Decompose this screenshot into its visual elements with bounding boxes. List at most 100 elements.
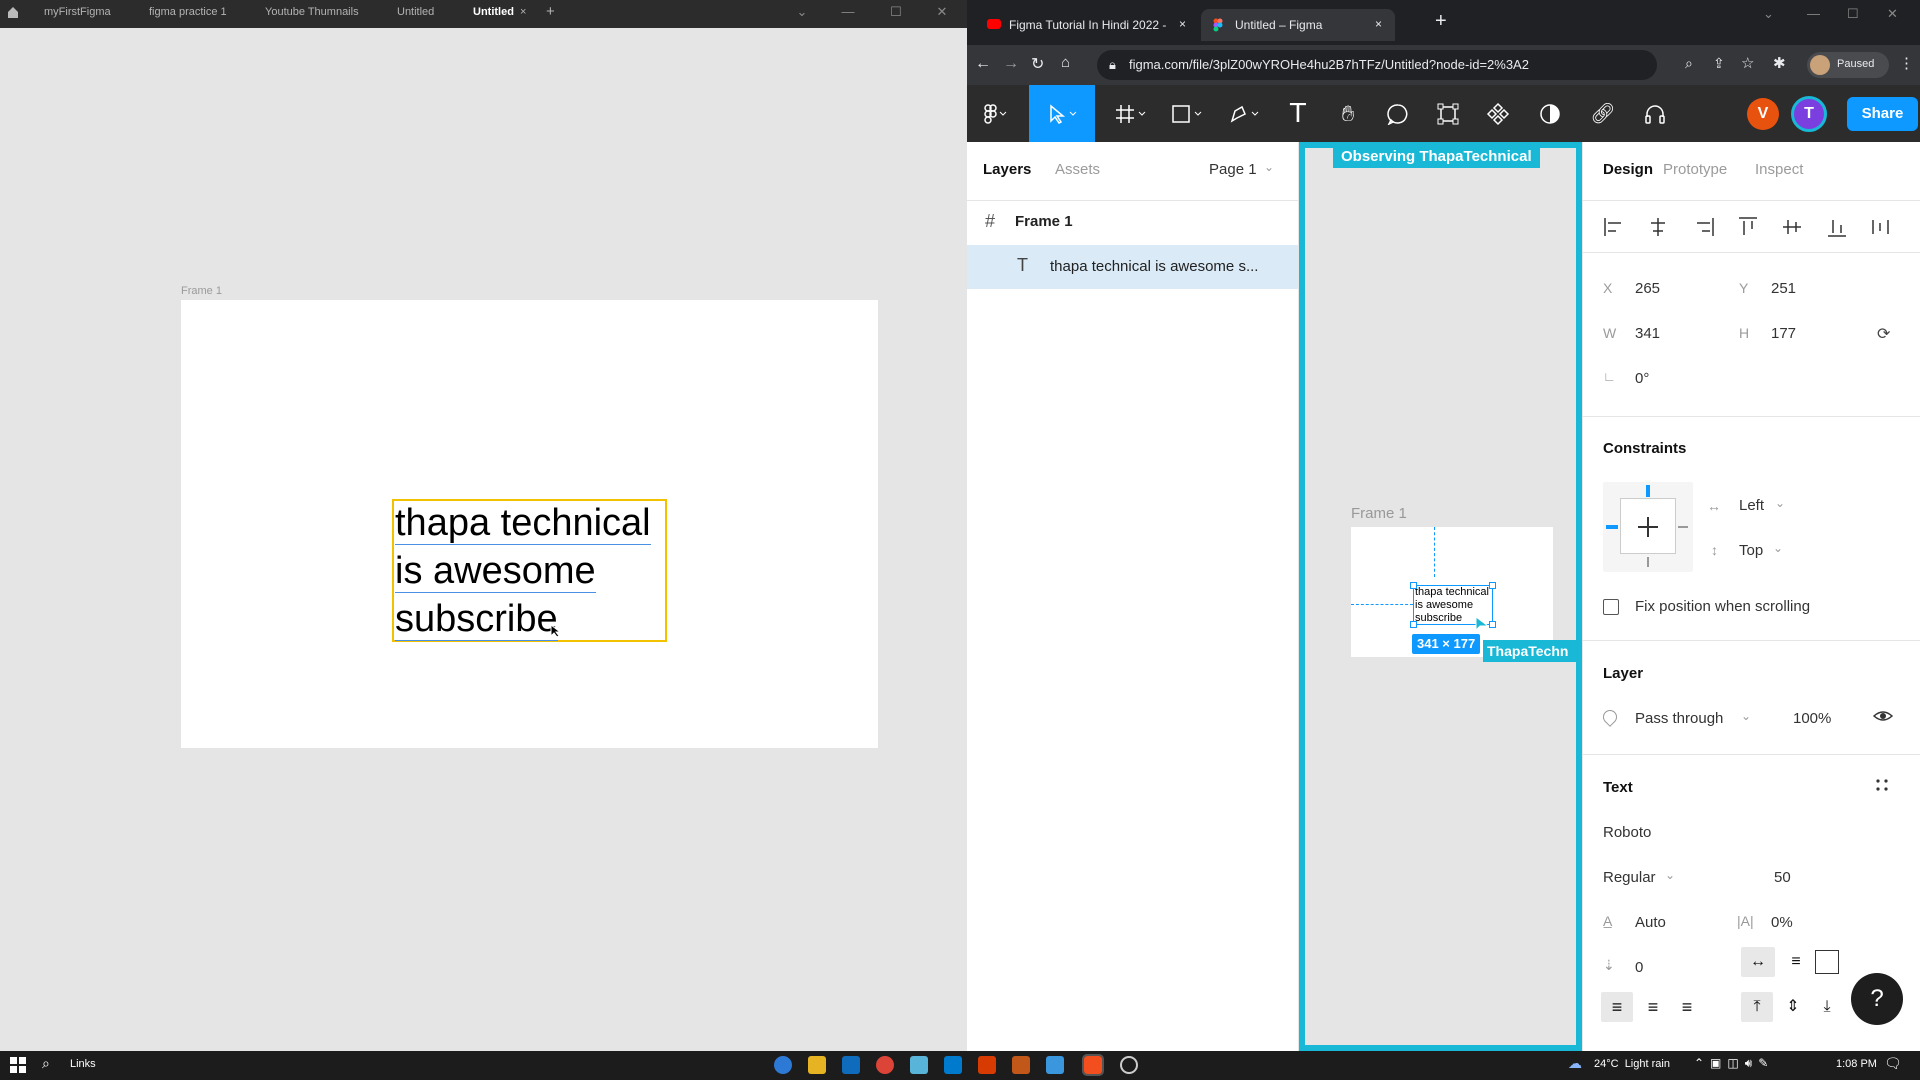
close-icon[interactable]: × [520,0,526,28]
avatar-observed[interactable]: T [1791,96,1827,132]
windows-start-icon[interactable] [10,1057,26,1073]
opacity-field[interactable]: 100% [1793,710,1831,727]
align-text-middle-icon[interactable]: ⇕ [1777,992,1809,1022]
constraint-v-select[interactable]: Top [1739,542,1763,559]
text-styles-icon[interactable] [1875,778,1889,792]
minimize-icon[interactable]: — [1807,6,1820,21]
more-vert-icon[interactable]: ⋮ [1899,54,1914,72]
fixed-size-icon[interactable] [1815,950,1839,974]
blend-mode-select[interactable]: Pass through [1635,710,1723,727]
close-window-icon[interactable]: ✕ [1887,6,1898,22]
canvas-observed[interactable]: Observing ThapaTechnical Frame 1 thapa t… [1299,142,1595,1051]
font-family-select[interactable]: Roboto [1603,824,1651,841]
desktop-tab-active[interactable]: Untitled [473,0,514,28]
reload-icon[interactable]: ↻ [1031,54,1044,74]
back-icon[interactable]: ← [975,55,991,73]
chevron-down-icon[interactable]: ⌄ [1763,6,1774,22]
resize-handle[interactable] [1410,582,1417,589]
chevron-down-icon[interactable]: ⌄ [1665,868,1675,882]
frame-label[interactable]: Frame 1 [1351,505,1407,522]
figma-main-menu-icon[interactable] [973,85,1017,142]
tab-inspect[interactable]: Inspect [1755,161,1803,178]
notifications-icon[interactable]: 🗨︎ [1884,1055,1902,1072]
constraint-left[interactable] [1606,525,1618,529]
desktop-tab[interactable]: Untitled [397,0,434,28]
contrast-icon[interactable] [1527,85,1573,142]
frame-label[interactable]: Frame 1 [181,285,222,297]
taskbar-search-label[interactable]: Links [70,1058,96,1070]
paragraph-spacing-field[interactable]: 0 [1635,959,1643,976]
figma-icon[interactable] [1082,1054,1104,1076]
url-field[interactable]: 🔒︎ figma.com/file/3plZ00wYROHe4hu2B7hTFz… [1097,50,1657,80]
resize-handle[interactable] [1489,582,1496,589]
weather-text[interactable]: 24°C Light rain [1594,1058,1670,1070]
components-icon[interactable] [1475,85,1521,142]
home-icon[interactable]: ⌂ [1061,54,1070,71]
rotation-field[interactable]: 0° [1635,370,1649,387]
w-field[interactable]: 341 [1635,325,1660,342]
constraint-right[interactable] [1678,526,1688,528]
browser-tab-active[interactable]: Untitled – Figma × [1201,9,1395,41]
constraints-widget[interactable] [1603,482,1693,572]
tab-assets[interactable]: Assets [1055,161,1100,178]
font-size-field[interactable]: 50 [1774,869,1791,886]
layer-row-text[interactable]: T thapa technical is awesome s... [967,245,1298,289]
comment-tool-icon[interactable] [1375,85,1421,142]
resize-handle[interactable] [1489,621,1496,628]
y-field[interactable]: 251 [1771,280,1796,297]
mail-icon[interactable] [842,1056,860,1074]
new-tab-icon[interactable]: + [1435,10,1447,33]
rectangle-tool-icon[interactable] [1163,85,1213,142]
transform-icon[interactable] [1425,85,1471,142]
layer-row-frame[interactable]: # Frame 1 [967,203,1298,241]
bookmark-star-icon[interactable]: ☆ [1741,54,1754,72]
constraint-bottom[interactable] [1647,557,1649,567]
letter-spacing-field[interactable]: 0% [1771,914,1793,931]
chevron-down-icon[interactable]: ⌄ [1773,541,1783,555]
chevron-down-icon[interactable]: ⌄ [1264,160,1274,174]
line-height-field[interactable]: Auto [1635,914,1666,931]
align-text-right-icon[interactable]: ≡ [1671,992,1703,1022]
maximize-icon[interactable]: ☐ [876,0,916,28]
chevron-down-icon[interactable]: ⌄ [1775,496,1785,510]
x-field[interactable]: 265 [1635,280,1660,297]
text-tool-icon[interactable]: T [1275,85,1321,142]
desktop-tab[interactable]: myFirstFigma [44,0,111,28]
eye-icon[interactable] [1873,708,1893,724]
browser-tab[interactable]: Figma Tutorial In Hindi 2022 - Yo × [975,9,1197,41]
constrain-proportions-icon[interactable]: ⟳ [1877,324,1890,344]
desktop-tab[interactable]: Youtube Thumnails [265,0,359,28]
align-text-top-icon[interactable]: ⤒ [1741,992,1773,1022]
avatar[interactable]: V [1747,98,1779,130]
edge-icon[interactable] [774,1056,792,1074]
auto-width-icon[interactable]: ↔ [1741,947,1775,977]
close-icon[interactable]: × [1179,17,1186,31]
add-tab-icon[interactable]: + [546,0,555,28]
page-selector[interactable]: Page 1 [1209,161,1257,178]
align-text-center-icon[interactable]: ≡ [1637,992,1669,1022]
tab-layers[interactable]: Layers [983,161,1031,178]
hand-tool-icon[interactable]: ✋︎ [1325,85,1371,142]
pen-tool-icon[interactable] [1219,85,1271,142]
maximize-icon[interactable]: ☐ [1847,6,1859,22]
link-icon[interactable]: 🔗︎ [1581,85,1625,142]
desktop-tab[interactable]: figma practice 1 [149,0,227,28]
clock[interactable]: 1:08 PM [1836,1058,1877,1070]
office-icon[interactable] [978,1056,996,1074]
fix-position-checkbox[interactable] [1603,599,1619,615]
chrome-icon[interactable] [876,1056,894,1074]
share-page-icon[interactable]: ⇪ [1713,55,1725,72]
constraint-top[interactable] [1646,485,1650,497]
headphones-icon[interactable] [1633,85,1677,142]
move-tool-icon[interactable] [1029,85,1095,142]
system-tray-icons[interactable]: ⌃▣◫🔊︎✎ [1694,1056,1774,1071]
app-icon[interactable] [1046,1056,1064,1074]
auto-height-icon[interactable]: ≡ [1779,947,1813,977]
constraint-h-select[interactable]: Left [1739,497,1764,514]
minimize-icon[interactable]: — [828,0,868,28]
align-text-left-icon[interactable]: ≡ [1601,992,1633,1022]
close-icon[interactable]: × [1375,17,1382,31]
chevron-down-icon[interactable]: ⌄ [1741,709,1751,723]
h-field[interactable]: 177 [1771,325,1796,342]
search-icon[interactable]: ⌕ [42,1055,50,1072]
